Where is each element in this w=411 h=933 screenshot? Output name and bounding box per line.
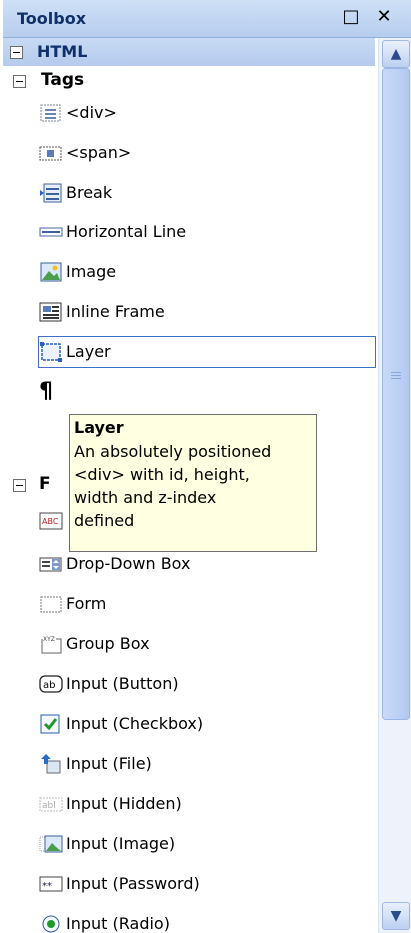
html-group-header[interactable]: HTML [3,38,375,66]
tool-item-label: Image [66,262,117,281]
svg-text:XYZ: XYZ [43,636,55,643]
input-button-icon: ab [39,675,63,693]
inline-frame-icon [39,302,62,322]
layer-tooltip: Layer An absolutely positioned <div> wit… [69,414,317,552]
thumb-grip [391,375,401,376]
tool-item-input-hidden[interactable]: abl Input (Hidden) [39,789,375,819]
tool-item-label: Input (Hidden) [66,794,182,813]
tool-item-label: Group Box [66,634,150,653]
dropdown-icon [39,557,62,572]
group-box-icon: XYZ [41,636,62,654]
restore-window-button[interactable]: □ [341,7,361,27]
tool-item-group-box[interactable]: XYZ Group Box [39,629,375,659]
tool-item-input-checkbox[interactable]: Input (Checkbox) [39,709,375,739]
tooltip-line: width and z-index [74,488,217,507]
span-icon [39,146,62,161]
close-window-button[interactable]: ✕ [374,7,394,27]
tool-item-label: Input (Checkbox) [66,714,204,733]
toolbox-title: Toolbox [17,9,87,28]
scroll-down-button[interactable]: ▼ [382,902,410,930]
tool-item-image[interactable]: Image [39,257,375,287]
collapse-icon[interactable] [13,75,26,88]
tool-item-label: Form [66,594,107,613]
tool-item-layer[interactable]: Layer [38,336,376,368]
paragraph-icon: ¶ [39,379,53,404]
tool-item-label: Inline Frame [66,302,165,321]
tool-item-div[interactable]: <div> [39,98,375,128]
thumb-grip [391,372,401,373]
tooltip-description: An absolutely positioned <div> with id, … [74,440,314,532]
tool-item-label: Input (Button) [66,674,179,693]
toolbox-panel: Toolbox □ ✕ HTML Tags <div> <span> Break [3,0,411,933]
tool-item-label: Drop-Down Box [66,554,191,573]
tool-item-label: Input (File) [66,754,152,773]
vertical-scrollbar[interactable]: ▲ ▼ [378,38,411,933]
tool-item-label: <span> [66,143,132,162]
tags-category-title: Tags [41,70,85,90]
tool-item-form[interactable]: Form [39,589,375,619]
tool-item-label: Input (Image) [66,834,176,853]
tool-item-label: Break [66,183,113,202]
svg-text:**: ** [42,881,52,892]
form-icon [40,596,62,613]
break-icon [40,183,62,203]
thumb-grip [391,378,401,379]
text-area-icon: ABC [39,512,63,530]
tooltip-title: Layer [74,418,124,437]
tool-item-input-file[interactable]: Input (File) [39,749,375,779]
tool-item-input-button[interactable]: ab Input (Button) [39,669,375,699]
collapse-icon[interactable] [13,479,26,492]
svg-text:abl: abl [42,801,56,811]
tooltip-line: <div> with id, height, [74,465,250,484]
horizontal-line-icon [39,227,63,237]
scrollbar-thumb[interactable] [382,68,410,720]
tool-item-textbox[interactable]: ABC [39,506,69,536]
tool-item-input-image[interactable]: Input (Image) [39,829,375,859]
tool-item-input-radio[interactable]: Input (Radio) [39,909,375,933]
svg-text:ABC: ABC [42,517,59,526]
checkbox-icon [40,714,60,734]
tool-item-label: Input (Password) [66,874,200,893]
radio-icon [42,915,60,933]
tool-item-label: <div> [66,103,117,122]
tool-item-break[interactable]: Break [39,178,375,208]
tooltip-line: An absolutely positioned [74,442,272,461]
tags-category[interactable]: Tags [3,66,375,96]
div-icon [40,104,61,122]
input-file-icon [41,754,61,774]
tool-item-input-password[interactable]: ** Input (Password) [39,869,375,899]
input-image-icon [39,835,63,853]
html-group-title: HTML [37,42,88,61]
tool-item-horizontal-line[interactable]: Horizontal Line [39,217,375,247]
tool-item-label: Horizontal Line [66,222,187,241]
scroll-up-button[interactable]: ▲ [382,40,410,68]
tool-item-inline-frame[interactable]: Inline Frame [39,297,375,327]
layer-icon [40,342,62,362]
toolbox-titlebar: Toolbox □ ✕ [3,0,411,38]
svg-text:ab: ab [43,680,55,691]
tool-item-span[interactable]: <span> [39,138,375,168]
tool-item-paragraph[interactable]: ¶ [39,377,69,407]
form-category-title: F [39,474,51,494]
tooltip-line: defined [74,511,135,530]
tool-item-drop-down-box[interactable]: Drop-Down Box [39,549,375,579]
image-icon [40,262,62,282]
input-hidden-icon: abl [39,797,63,812]
collapse-icon[interactable] [10,46,23,59]
tool-item-label: Input (Radio) [66,914,170,933]
input-password-icon: ** [39,876,63,892]
tool-item-label: Layer [66,342,111,361]
